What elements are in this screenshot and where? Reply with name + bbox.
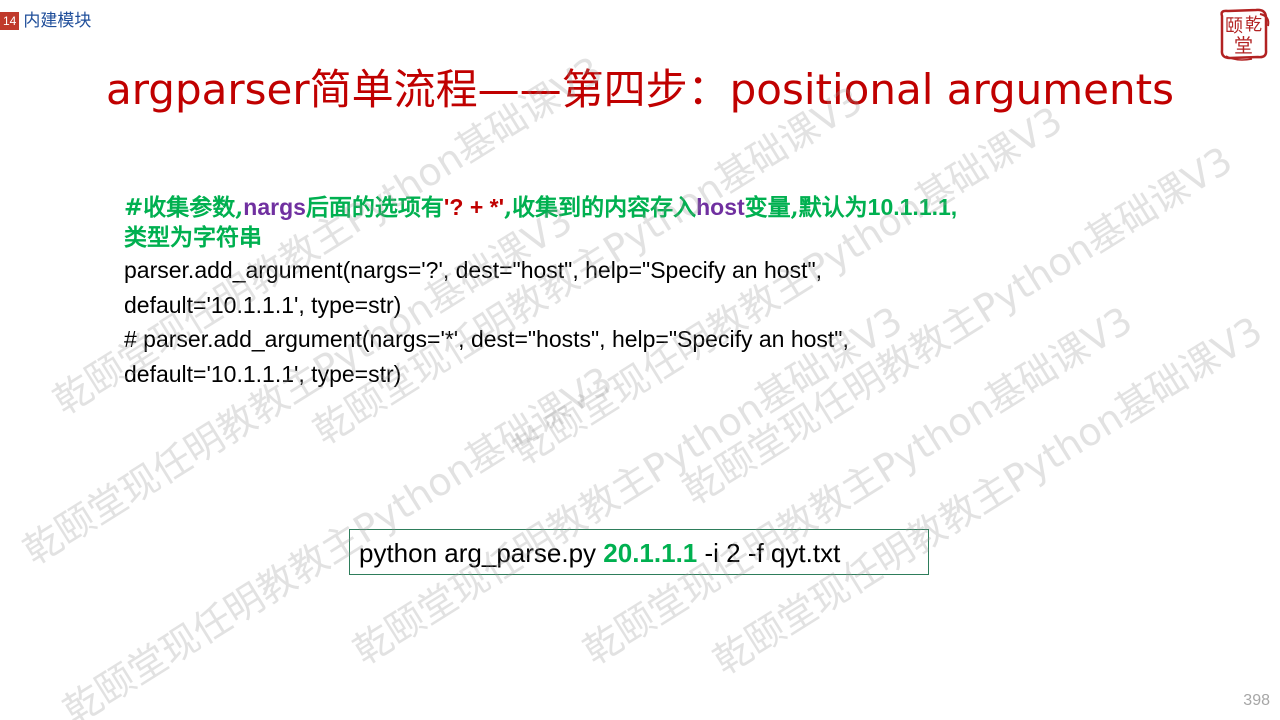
nargs-keyword: nargs (243, 194, 306, 220)
qianyitang-logo-icon: 颐 乾 堂 (1216, 6, 1272, 62)
command-prefix: python arg_parse.py (359, 538, 604, 568)
logo-char-0: 乾 (1245, 15, 1262, 35)
code-comment: #收集参数,nargs后面的选项有'? + *',收集到的内容存入host变量,… (124, 192, 1164, 253)
nargs-options: '? + *' (443, 194, 505, 220)
comment-line-2: 类型为字符串 (124, 224, 262, 251)
content-body: #收集参数,nargs后面的选项有'? + *',收集到的内容存入host变量,… (124, 192, 1164, 391)
logo-char-2: 堂 (1234, 35, 1253, 57)
code-line-2: default='10.1.1.1', type=str) (124, 291, 402, 318)
slide-number-badge: 14 (0, 12, 20, 30)
command-suffix: -i 2 -f qyt.txt (697, 538, 841, 568)
default-ip: 10.1.1.1, (867, 194, 958, 220)
page-number: 398 (1243, 692, 1270, 709)
logo-char-1: 颐 (1225, 16, 1243, 37)
code-line-4: default='10.1.1.1', type=str) (124, 360, 402, 387)
section-title: 内建模块 (23, 11, 92, 31)
code-line-1: parser.add_argument(nargs='?', dest="hos… (124, 257, 823, 283)
slide: 14 内建模块 颐 乾 堂 argparser简单流程——第四步：positio… (0, 0, 1280, 720)
slide-title: argparser简单流程——第四步：positional arguments (106, 65, 1174, 114)
code-line-3: # parser.add_argument(nargs='*', dest="h… (124, 326, 849, 352)
slide-header: 14 内建模块 (0, 10, 91, 32)
host-keyword: host (696, 194, 745, 220)
command-example-box: python arg_parse.py 20.1.1.1 -i 2 -f qyt… (349, 529, 929, 575)
command-ip-highlight: 20.1.1.1 (603, 538, 698, 568)
comment-line-1: #收集参数,nargs后面的选项有'? + *',收集到的内容存入host变量,… (124, 194, 958, 221)
